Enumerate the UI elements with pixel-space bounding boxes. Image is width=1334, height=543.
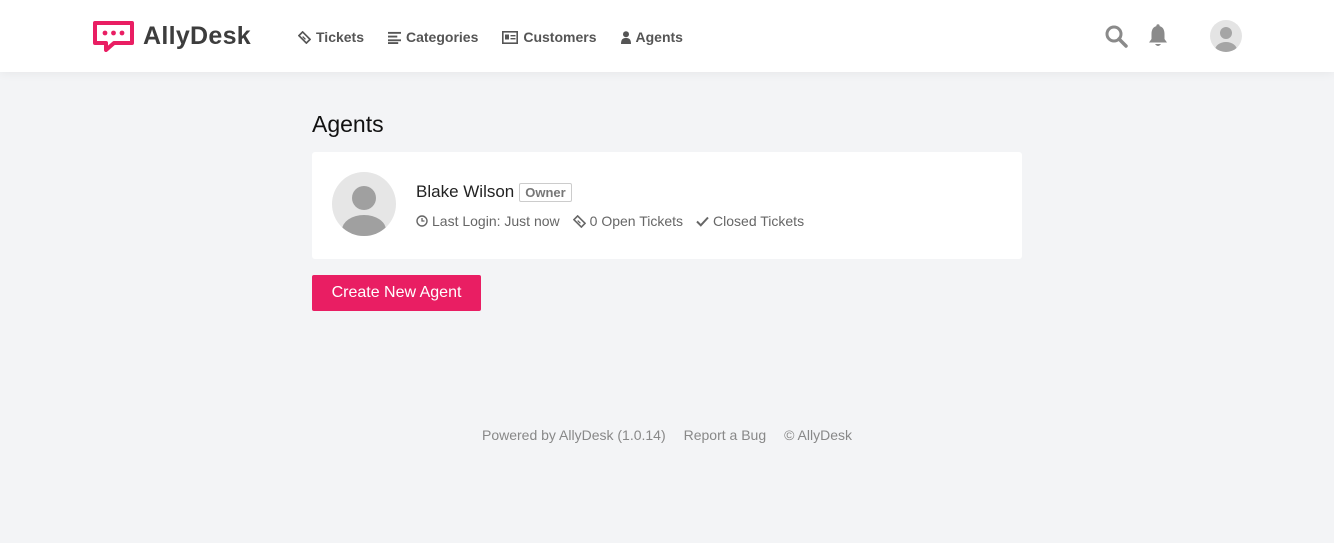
nav-label: Tickets — [316, 29, 364, 45]
notifications-button[interactable] — [1146, 24, 1170, 48]
last-login: Last Login: Just now — [416, 213, 560, 229]
id-card-icon — [502, 30, 519, 44]
agent-meta: Last Login: Just now 0 Open Tickets Clos… — [416, 213, 817, 229]
list-icon — [388, 31, 401, 44]
agent-avatar — [332, 172, 396, 236]
create-new-agent-button[interactable]: Create New Agent — [312, 275, 481, 311]
footer: Powered by AllyDesk (1.0.14) Report a Bu… — [0, 427, 1334, 443]
bell-icon — [1149, 24, 1167, 46]
top-navbar: AllyDesk Tickets Categories Customers Ag… — [0, 0, 1334, 72]
role-badge: Owner — [519, 182, 572, 202]
closed-tickets-text: Closed Tickets — [713, 213, 805, 229]
nav-label: Customers — [523, 29, 597, 45]
agent-name-row: Blake Wilson Owner — [416, 182, 572, 202]
page-title: Agents — [312, 111, 384, 137]
logo[interactable]: AllyDesk — [92, 20, 251, 52]
copyright: © AllyDesk — [784, 427, 853, 443]
main-nav: Tickets Categories Customers Agents — [298, 27, 707, 47]
closed-tickets: Closed Tickets — [696, 213, 804, 229]
user-icon — [620, 30, 631, 44]
user-avatar-icon — [342, 186, 386, 236]
open-tickets-text: 0 Open Tickets — [589, 213, 684, 229]
nav-item-agents[interactable]: Agents — [620, 27, 683, 47]
user-avatar-icon — [1215, 27, 1237, 52]
ticket-icon — [572, 214, 586, 228]
open-tickets: 0 Open Tickets — [572, 213, 684, 229]
profile-avatar[interactable] — [1210, 20, 1242, 52]
nav-item-categories[interactable]: Categories — [388, 27, 478, 47]
nav-item-tickets[interactable]: Tickets — [298, 27, 364, 47]
clock-icon — [416, 215, 428, 227]
report-bug-link[interactable]: Report a Bug — [684, 427, 767, 443]
nav-item-customers[interactable]: Customers — [502, 27, 597, 47]
last-login-text: Last Login: Just now — [432, 213, 560, 229]
nav-label: Categories — [406, 29, 479, 45]
nav-label: Agents — [635, 29, 683, 45]
search-button[interactable] — [1104, 24, 1128, 48]
powered-by: Powered by AllyDesk (1.0.14) — [481, 427, 666, 443]
agent-name[interactable]: Blake Wilson — [416, 182, 514, 202]
header-actions — [1104, 20, 1242, 52]
check-icon — [696, 216, 709, 227]
chat-bubble-logo-icon — [93, 20, 134, 52]
agent-card[interactable]: Blake Wilson Owner Last Login: Just now … — [312, 152, 1022, 259]
ticket-icon — [298, 30, 311, 44]
logo-text: AllyDesk — [143, 21, 252, 50]
search-icon — [1105, 25, 1128, 48]
